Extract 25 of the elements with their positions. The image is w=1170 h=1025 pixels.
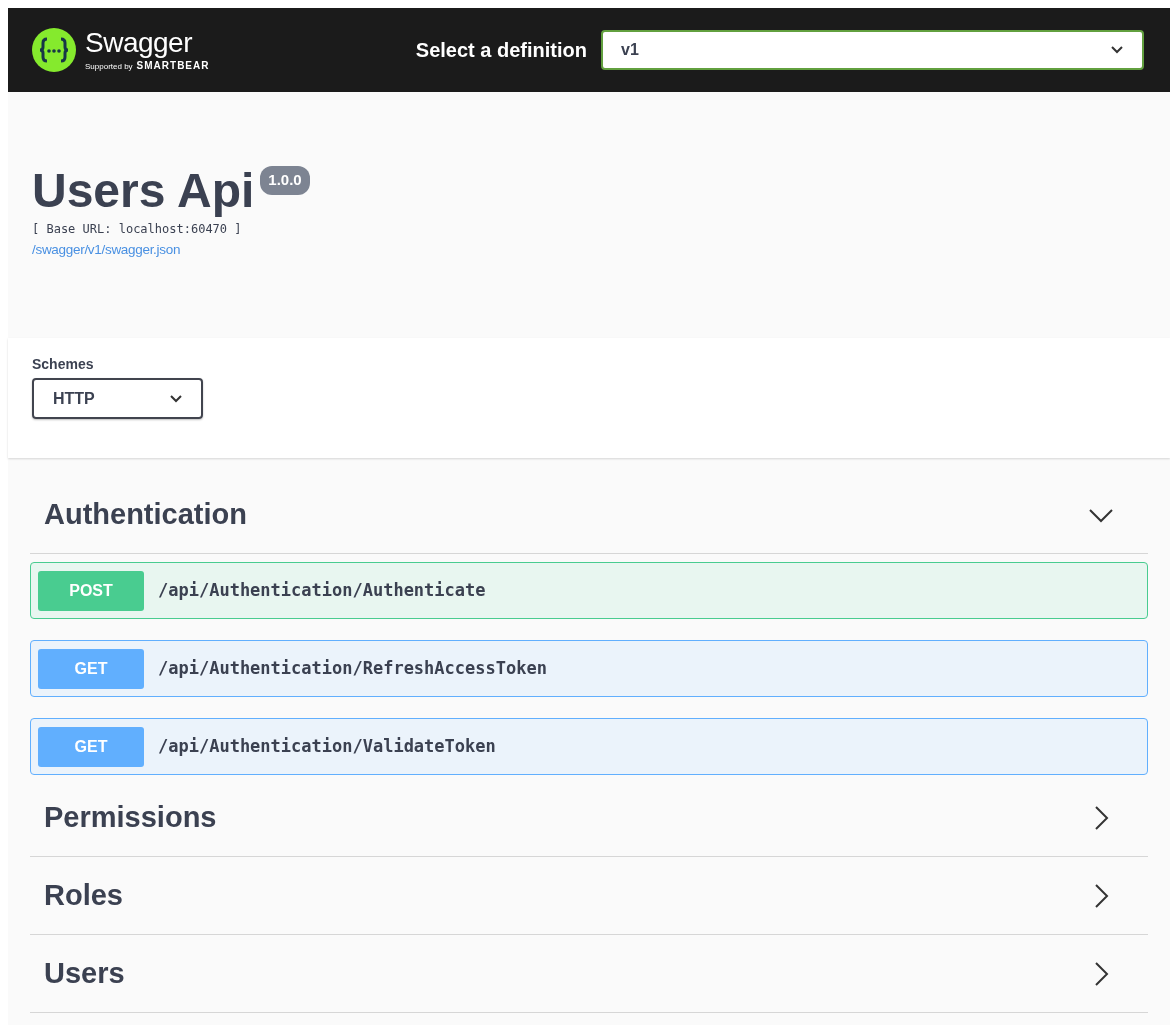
brand-name: Swagger xyxy=(85,27,193,58)
definition-select[interactable]: v1 xyxy=(601,30,1144,70)
method-badge: POST xyxy=(38,570,144,611)
base-url-text: [ Base URL: localhost:60470 ] xyxy=(32,221,243,238)
method-badge: GET xyxy=(38,648,144,689)
tag-header[interactable]: Authentication xyxy=(30,476,1148,554)
operation-row[interactable]: GET /api/Authentication/RefreshAccessToken xyxy=(30,640,1148,697)
tag-header[interactable]: Users xyxy=(30,935,1148,1013)
version-badge: 1.0.0 xyxy=(260,166,310,195)
api-title: Users Api xyxy=(32,164,255,218)
schemes-select[interactable]: HTTP xyxy=(32,378,203,419)
tag-header[interactable]: Permissions xyxy=(30,779,1148,857)
operation-path: /api/Authentication/Authenticate xyxy=(158,578,486,602)
tag-header[interactable]: Roles xyxy=(30,857,1148,935)
select-label: Select a definition xyxy=(415,38,587,63)
tagline-text: Supported by xyxy=(85,60,133,73)
schemes-label: Schemes xyxy=(32,355,95,374)
swagger-logo-icon xyxy=(32,28,76,72)
tagline-brand: SMARTBEAR xyxy=(136,58,210,73)
chevron-down-icon xyxy=(1110,45,1124,55)
chevron-down-icon xyxy=(170,394,182,403)
operation-path: /api/Authentication/RefreshAccessToken xyxy=(158,656,547,680)
operation-path: /api/Authentication/ValidateToken xyxy=(158,734,496,758)
operation-row[interactable]: GET /api/Authentication/ValidateToken xyxy=(30,718,1148,775)
method-badge: GET xyxy=(38,726,144,767)
